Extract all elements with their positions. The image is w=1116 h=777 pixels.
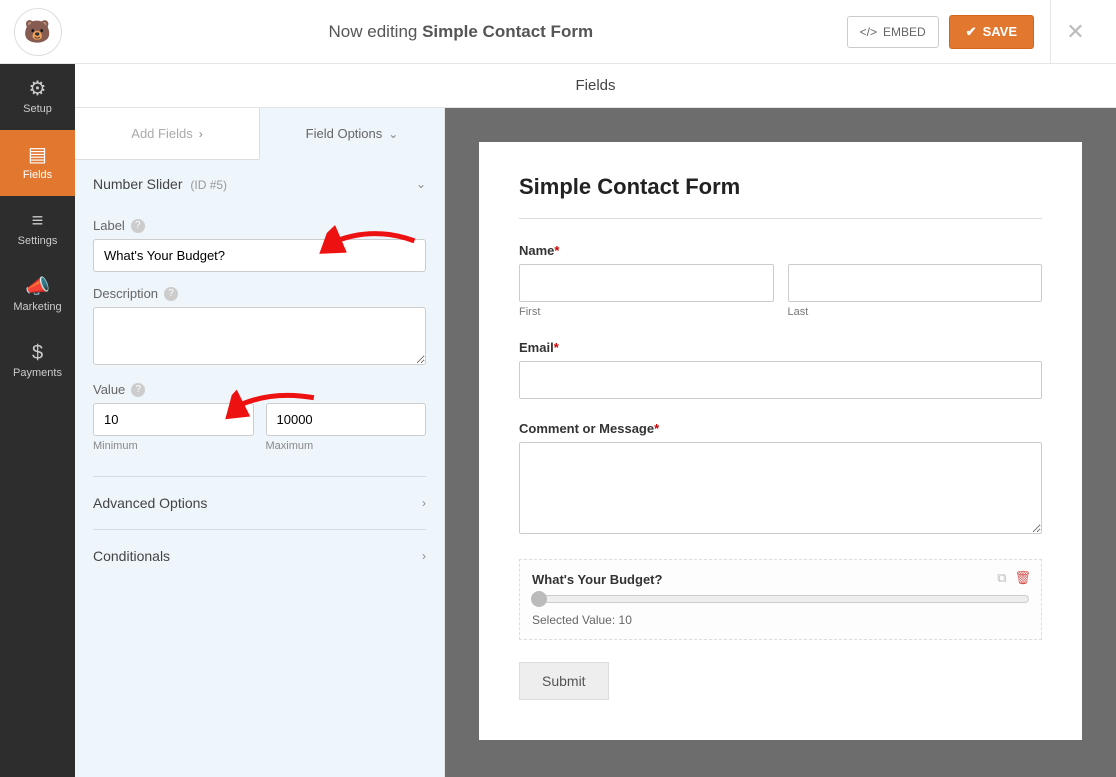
options-panel: Add Fields › Field Options ⌄ Number Slid…	[75, 108, 445, 777]
slider-value-text: Selected Value: 10	[532, 613, 1029, 627]
rail-item-payments[interactable]: $ Payments	[0, 328, 75, 394]
required-mark: *	[654, 421, 659, 436]
max-sublabel: Maximum	[266, 440, 427, 452]
code-icon: </>	[860, 25, 877, 39]
logo: 🐻	[0, 0, 75, 63]
min-input[interactable]	[93, 403, 254, 436]
label-label: Label ?	[93, 218, 426, 233]
rail-label: Settings	[18, 235, 58, 247]
chevron-right-icon: ›	[422, 549, 426, 563]
form-card: Simple Contact Form Name* First	[479, 142, 1082, 740]
megaphone-icon: 📣	[25, 277, 50, 297]
gear-icon: ⚙	[29, 79, 47, 99]
field-name[interactable]: Name* First Last	[519, 243, 1042, 318]
rail-item-settings[interactable]: ≡ Settings	[0, 196, 75, 262]
value-label: Value ?	[93, 382, 426, 397]
field-type-name: Number Slider	[93, 176, 182, 192]
duplicate-icon[interactable]: ⧉	[997, 570, 1006, 586]
advanced-options-toggle[interactable]: Advanced Options ›	[93, 477, 426, 529]
min-sublabel: Minimum	[93, 440, 254, 452]
form-preview: Simple Contact Form Name* First	[445, 108, 1116, 777]
field-id: (ID #5)	[190, 178, 227, 192]
tab-label: Field Options	[306, 126, 383, 141]
sliders-icon: ≡	[32, 211, 44, 231]
help-icon[interactable]: ?	[131, 383, 145, 397]
slider-track[interactable]	[532, 595, 1029, 603]
chevron-down-icon: ⌄	[416, 177, 426, 191]
rail-item-fields[interactable]: ▤ Fields	[0, 130, 75, 196]
close-button[interactable]: ✕	[1050, 0, 1100, 63]
save-button[interactable]: ✔ SAVE	[949, 15, 1034, 49]
first-sublabel: First	[519, 306, 774, 318]
rail-label: Marketing	[13, 301, 61, 313]
description-label: Description ?	[93, 286, 426, 301]
sidebar-rail: ⚙ Setup ▤ Fields ≡ Settings 📣 Marketing …	[0, 64, 75, 777]
chevron-right-icon: ›	[199, 127, 203, 141]
conditionals-toggle[interactable]: Conditionals ›	[93, 530, 426, 582]
tab-label: Add Fields	[131, 126, 192, 141]
form-name: Simple Contact Form	[422, 22, 593, 41]
required-mark: *	[554, 340, 559, 355]
field-label: Name	[519, 243, 554, 258]
field-label: Email	[519, 340, 554, 355]
rail-item-setup[interactable]: ⚙ Setup	[0, 64, 75, 130]
first-name-input[interactable]	[519, 264, 774, 302]
editing-prefix: Now editing	[329, 22, 423, 41]
dollar-icon: $	[32, 343, 43, 363]
chevron-right-icon: ›	[422, 496, 426, 510]
rail-label: Payments	[13, 367, 62, 379]
form-icon: ▤	[28, 145, 47, 165]
rail-label: Fields	[23, 169, 52, 181]
check-icon: ✔	[966, 24, 977, 40]
last-name-input[interactable]	[788, 264, 1043, 302]
label-input[interactable]	[93, 239, 426, 272]
submit-button[interactable]: Submit	[519, 662, 609, 700]
field-budget-slider[interactable]: ⧉ 🗑 What's Your Budget? Selected Value: …	[519, 559, 1042, 640]
topbar: 🐻 Now editing Simple Contact Form </> EM…	[0, 0, 1116, 64]
close-icon: ✕	[1066, 19, 1084, 45]
last-sublabel: Last	[788, 306, 1043, 318]
slider-label: What's Your Budget?	[532, 572, 1029, 587]
field-comment[interactable]: Comment or Message*	[519, 421, 1042, 537]
embed-label: EMBED	[883, 25, 926, 39]
save-label: SAVE	[983, 24, 1017, 39]
description-input[interactable]	[93, 307, 426, 365]
help-icon[interactable]: ?	[131, 219, 145, 233]
tab-add-fields[interactable]: Add Fields ›	[75, 108, 259, 160]
rail-label: Setup	[23, 103, 52, 115]
page-title: Now editing Simple Contact Form	[75, 22, 847, 42]
field-type-header[interactable]: Number Slider (ID #5) ⌄	[93, 160, 426, 204]
chevron-down-icon: ⌄	[388, 127, 398, 141]
logo-icon: 🐻	[14, 8, 62, 56]
tab-field-options[interactable]: Field Options ⌄	[259, 108, 444, 160]
max-input[interactable]	[266, 403, 427, 436]
form-title: Simple Contact Form	[519, 174, 1042, 200]
accordion-label: Advanced Options	[93, 495, 207, 511]
section-title: Fields	[75, 64, 1116, 108]
field-email[interactable]: Email*	[519, 340, 1042, 399]
accordion-label: Conditionals	[93, 548, 170, 564]
comment-input[interactable]	[519, 442, 1042, 534]
email-input[interactable]	[519, 361, 1042, 399]
help-icon[interactable]: ?	[164, 287, 178, 301]
embed-button[interactable]: </> EMBED	[847, 16, 939, 48]
delete-icon[interactable]: 🗑	[1014, 570, 1031, 586]
divider	[519, 218, 1042, 219]
slider-thumb[interactable]	[531, 591, 547, 607]
required-mark: *	[554, 243, 559, 258]
field-label: Comment or Message	[519, 421, 654, 436]
rail-item-marketing[interactable]: 📣 Marketing	[0, 262, 75, 328]
